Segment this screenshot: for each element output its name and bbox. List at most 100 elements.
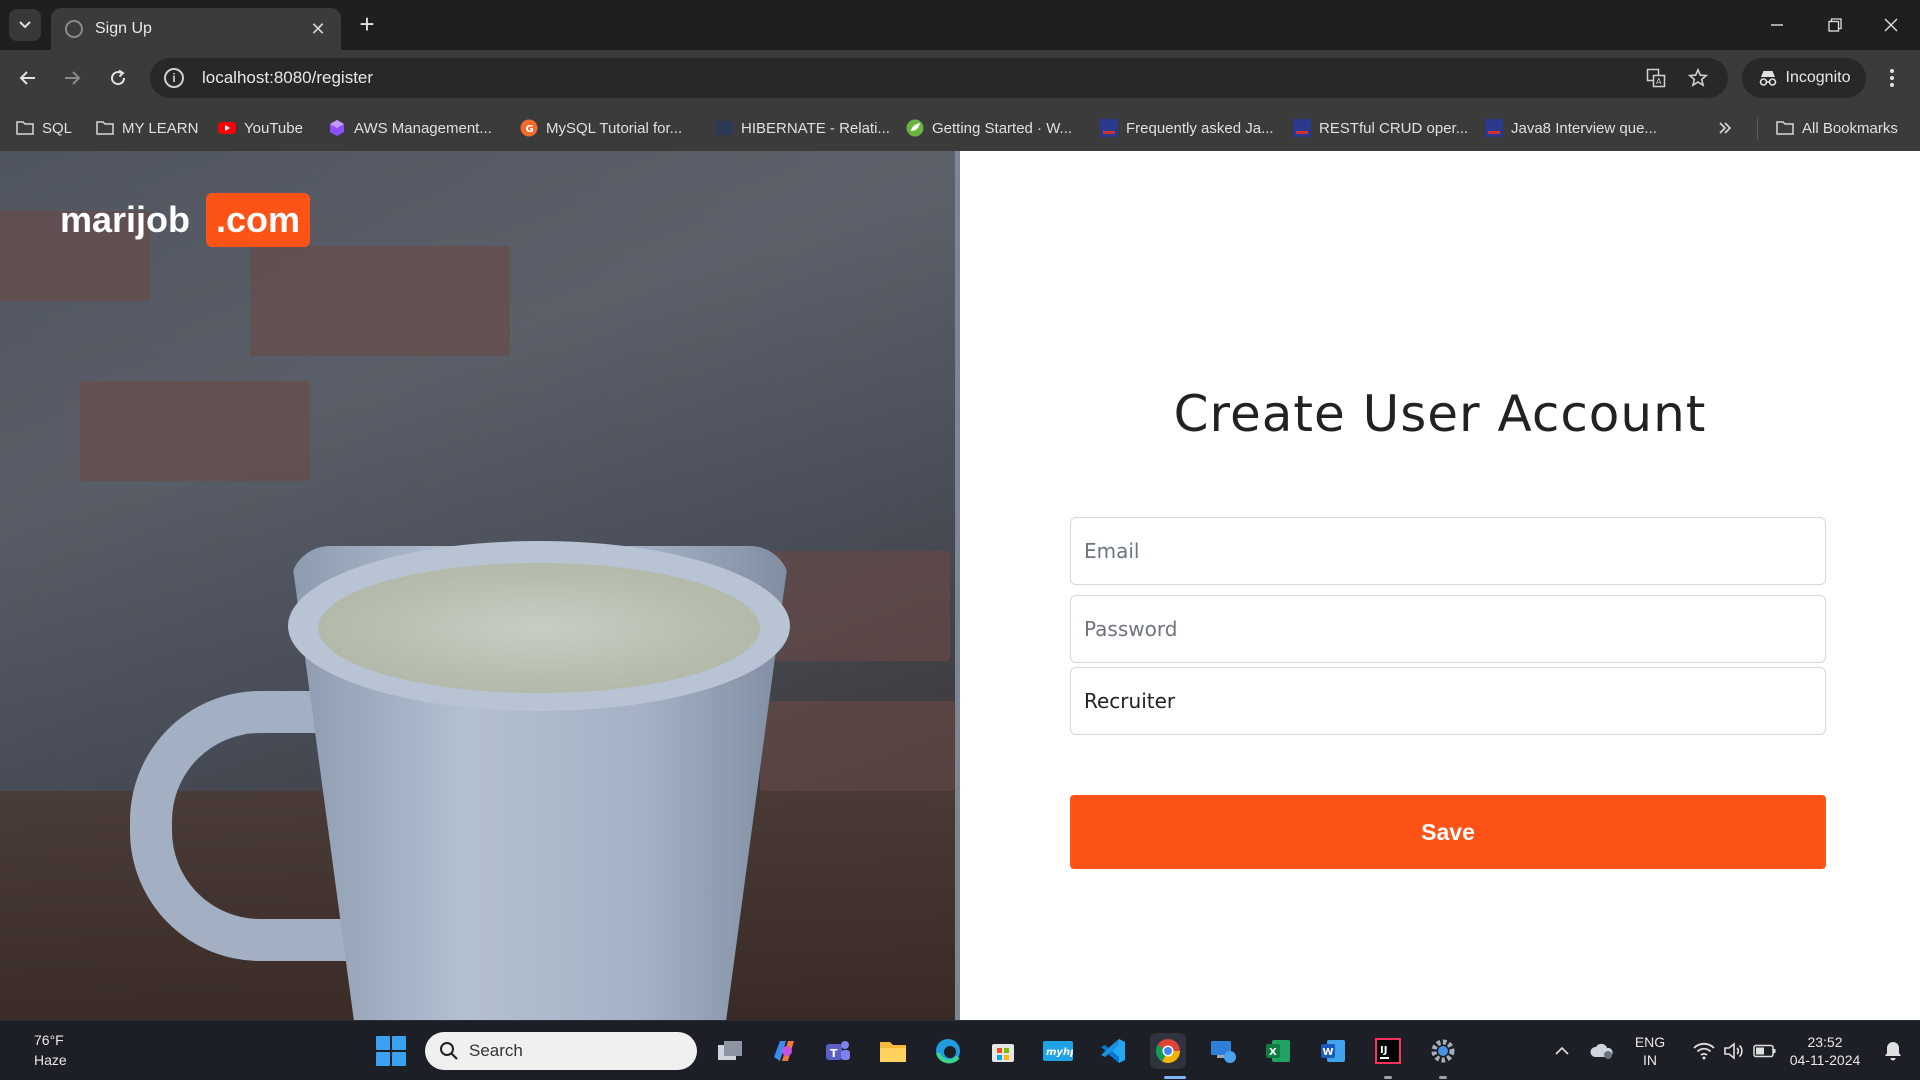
svg-text:IJ: IJ xyxy=(1380,1045,1387,1056)
show-hidden-icons-button[interactable] xyxy=(1545,1033,1579,1069)
word-icon[interactable]: W xyxy=(1315,1033,1351,1069)
vscode-icon[interactable] xyxy=(1095,1033,1131,1069)
svg-text:G: G xyxy=(526,124,534,135)
language-indicator[interactable]: ENG IN xyxy=(1630,1033,1670,1069)
register-page: marijob .com Create User Account Email P… xyxy=(0,151,1920,1020)
more-bookmarks-button[interactable] xyxy=(1718,116,1732,140)
copilot-icon[interactable] xyxy=(766,1033,802,1069)
site-info-icon[interactable]: i xyxy=(164,68,184,88)
intellij-running-indicator xyxy=(1384,1076,1392,1079)
aws-icon xyxy=(328,119,346,137)
teams-icon[interactable]: T xyxy=(820,1033,856,1069)
youtube-icon xyxy=(218,119,236,137)
settings-running-indicator xyxy=(1439,1076,1447,1079)
password-field[interactable]: Password xyxy=(1070,595,1826,663)
windows-logo-pane xyxy=(392,1036,406,1050)
bookmark-java8-interview[interactable]: Java8 Interview que... xyxy=(1485,116,1657,140)
minimize-icon xyxy=(1771,24,1783,26)
reload-button[interactable] xyxy=(102,62,134,94)
tab-strip: Sign Up ✕ + xyxy=(0,0,1920,50)
close-tab-icon[interactable]: ✕ xyxy=(307,19,329,40)
reload-icon xyxy=(111,69,126,86)
incognito-badge[interactable]: Incognito xyxy=(1742,58,1866,98)
settings-icon[interactable] xyxy=(1425,1033,1461,1069)
cup-foam xyxy=(318,563,760,693)
bookmark-label: MY LEARN xyxy=(122,119,199,137)
clock[interactable]: 23:52 04-11-2024 xyxy=(1780,1033,1870,1069)
remote-desktop-icon[interactable] xyxy=(1205,1033,1241,1069)
bookmarks-bar: SQL MY LEARN YouTube AWS Management... G… xyxy=(0,106,1920,151)
hero-image: marijob .com xyxy=(0,151,955,1020)
globe-icon xyxy=(65,20,83,38)
tab-sign-up[interactable]: Sign Up ✕ xyxy=(51,8,341,50)
folder-icon xyxy=(16,119,34,137)
bookmark-star-icon[interactable] xyxy=(1686,66,1710,90)
bookmark-restful-crud[interactable]: RESTful CRUD oper... xyxy=(1293,116,1468,140)
browser-menu-button[interactable] xyxy=(1876,62,1908,94)
minimize-button[interactable] xyxy=(1748,0,1806,50)
svg-text:myhp: myhp xyxy=(1046,1047,1073,1058)
hero-brick xyxy=(250,246,510,356)
bookmark-aws[interactable]: AWS Management... xyxy=(328,116,492,140)
browser-toolbar: i localhost:8080/register A Incognito xyxy=(0,50,1920,106)
bookmark-youtube[interactable]: YouTube xyxy=(218,116,303,140)
svg-text:X: X xyxy=(1269,1047,1277,1058)
excel-icon[interactable]: X xyxy=(1260,1033,1296,1069)
folder-icon xyxy=(96,119,114,137)
close-window-button[interactable] xyxy=(1862,0,1920,50)
back-button[interactable] xyxy=(12,62,44,94)
site-icon xyxy=(715,119,733,137)
bookmark-sql[interactable]: SQL xyxy=(16,116,72,140)
chrome-active-indicator xyxy=(1164,1076,1186,1079)
chevron-up-icon xyxy=(1555,1046,1569,1055)
notification-bell-icon[interactable] xyxy=(1876,1033,1910,1069)
taskbar: 76°F Haze Search T myhp X W xyxy=(0,1020,1920,1080)
bookmark-my-learn[interactable]: MY LEARN xyxy=(96,116,198,140)
weather-widget[interactable]: 76°F Haze xyxy=(34,1030,67,1070)
bookmark-getting-started[interactable]: Getting Started · W... xyxy=(906,116,1072,140)
address-url[interactable]: localhost:8080/register xyxy=(202,68,1644,88)
microsoft-store-icon[interactable] xyxy=(985,1033,1021,1069)
edge-icon[interactable] xyxy=(930,1033,966,1069)
site-logo[interactable]: marijob .com xyxy=(60,193,311,247)
bookmark-hibernate[interactable]: HIBERNATE - Relati... xyxy=(715,116,890,140)
site-icon xyxy=(1485,119,1503,137)
translate-icon[interactable]: A xyxy=(1644,66,1668,90)
incognito-label: Incognito xyxy=(1785,69,1851,86)
mysql-icon: G xyxy=(520,119,538,137)
restore-button[interactable] xyxy=(1806,0,1864,50)
task-view-icon[interactable] xyxy=(712,1033,748,1069)
bookmark-frequently-asked[interactable]: Frequently asked Ja... xyxy=(1100,116,1274,140)
weather-condition: Haze xyxy=(34,1052,67,1068)
wifi-icon xyxy=(1693,1042,1715,1060)
forward-button[interactable] xyxy=(56,62,88,94)
myhp-icon[interactable]: myhp xyxy=(1040,1033,1076,1069)
weather-temperature: 76°F xyxy=(34,1032,64,1048)
chrome-icon[interactable] xyxy=(1150,1033,1186,1069)
bookmark-mysql-tutorial[interactable]: G MySQL Tutorial for... xyxy=(520,116,682,140)
save-button[interactable]: Save xyxy=(1070,795,1826,869)
svg-text:T: T xyxy=(830,1047,838,1060)
svg-text:A: A xyxy=(1656,77,1662,86)
file-explorer-icon[interactable] xyxy=(875,1033,911,1069)
quick-settings-button[interactable] xyxy=(1680,1033,1790,1069)
arrow-left-icon xyxy=(19,71,35,85)
email-field[interactable]: Email xyxy=(1070,517,1826,585)
svg-text:W: W xyxy=(1323,1047,1334,1058)
all-bookmarks-button[interactable]: All Bookmarks xyxy=(1776,116,1898,140)
address-bar[interactable]: i localhost:8080/register A xyxy=(150,58,1728,98)
onedrive-icon[interactable] xyxy=(1585,1033,1619,1069)
intellij-icon[interactable]: IJ xyxy=(1370,1033,1406,1069)
more-vertical-icon xyxy=(1890,69,1894,87)
bookmark-label: Java8 Interview que... xyxy=(1511,119,1657,137)
battery-icon xyxy=(1753,1044,1776,1058)
user-type-select[interactable]: Recruiter xyxy=(1070,667,1826,735)
taskbar-search[interactable]: Search xyxy=(425,1032,697,1070)
volume-icon xyxy=(1724,1042,1743,1060)
tab-search-button[interactable] xyxy=(9,9,41,41)
start-button[interactable] xyxy=(376,1036,406,1066)
windows-logo-pane xyxy=(376,1036,390,1050)
double-chevron-right-icon xyxy=(1719,122,1732,134)
arrow-right-icon xyxy=(65,71,81,85)
new-tab-button[interactable]: + xyxy=(352,10,382,40)
